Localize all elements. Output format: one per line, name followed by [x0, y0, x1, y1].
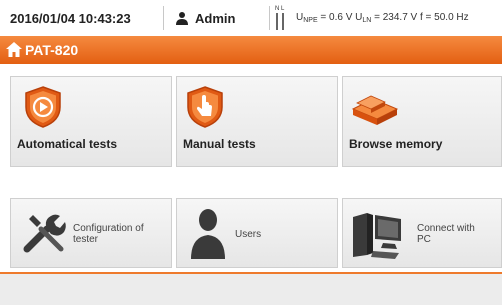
computer-icon	[353, 213, 401, 259]
tile-label: Users	[235, 229, 262, 240]
meas-part: = 0.6 V U	[317, 12, 363, 23]
automatical-tests-tile[interactable]: Automatical tests	[10, 76, 172, 167]
manual-tests-tile[interactable]: Manual tests	[176, 76, 338, 167]
tile-label: Browse memory	[349, 137, 443, 151]
manual-tests-icon	[187, 86, 223, 128]
users-tile[interactable]: Users	[176, 198, 338, 268]
user-silhouette-icon	[191, 209, 225, 259]
tile-label: Automatical tests	[17, 137, 118, 151]
meas-sub: NPE	[303, 17, 318, 24]
browse-memory-tile[interactable]: Browse memory	[342, 76, 502, 167]
meas-sub: LN	[362, 17, 372, 24]
measurement-readout: UNPE = 0.6 V ULN = 234.7 V f = 50.0 Hz	[296, 12, 469, 24]
divider	[269, 6, 270, 30]
user-name: Admin	[195, 11, 236, 26]
tile-label-line2: PC	[417, 234, 431, 245]
device-title: PAT-820	[25, 42, 79, 58]
tile-label: Manual tests	[183, 137, 256, 151]
tile-label-line1: Connect with	[417, 223, 475, 234]
automatical-tests-icon	[25, 86, 61, 128]
tile-label-line1: Configuration of	[73, 223, 144, 234]
user-icon	[176, 12, 188, 25]
status-bar: 2016/01/04 10:43:23 Admin N L UNPE = 0.6…	[0, 0, 502, 36]
phase-label: N L	[275, 6, 285, 12]
phase-nl-icon: N L	[275, 6, 285, 30]
title-bar: PAT-820	[0, 36, 502, 64]
tile-label-line2: tester	[73, 234, 99, 245]
tools-icon	[23, 214, 66, 253]
datetime: 2016/01/04 10:43:23	[10, 11, 131, 26]
home-icon[interactable]	[6, 42, 22, 57]
configuration-tile[interactable]: Configuration of tester	[10, 198, 172, 268]
meas-part: = 234.7 V f = 50.0 Hz	[371, 12, 469, 23]
connect-pc-tile[interactable]: Connect with PC	[342, 198, 502, 268]
browse-memory-icon	[351, 95, 399, 125]
bottom-bar	[0, 274, 502, 305]
divider	[163, 6, 164, 30]
